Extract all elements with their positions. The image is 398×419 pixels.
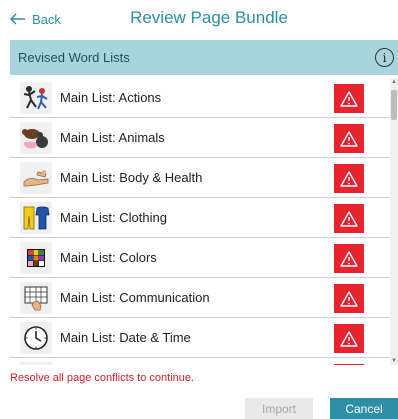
info-button[interactable]: i [375, 48, 394, 67]
warning-icon [340, 250, 358, 267]
scrollbar-thumb[interactable] [391, 90, 397, 120]
list-item-label: Main List: Communication [60, 290, 210, 305]
list-item-label: Main List: Clothing [60, 210, 167, 225]
conflict-warning-button[interactable] [334, 284, 364, 313]
info-icon: i [382, 50, 387, 65]
conflict-warning-button[interactable] [334, 164, 364, 193]
page-title: Review Page Bundle [130, 8, 288, 27]
communication-icon [20, 282, 52, 314]
section-title: Revised Word Lists [18, 50, 130, 65]
partial-item-icon [20, 362, 52, 365]
list-scrollbar[interactable]: ▲ ▼ [390, 78, 398, 365]
import-button[interactable]: Import [245, 398, 313, 419]
conflict-warning-button[interactable] [334, 204, 364, 233]
list-item[interactable]: Main List: Colors [10, 238, 390, 278]
animals-icon [20, 122, 52, 154]
body-health-icon [20, 162, 52, 194]
list-item-label: Main List: Body & Health [60, 170, 203, 185]
top-bar: Back Review Page Bundle [0, 0, 398, 38]
list-item[interactable]: Main List: Clothing [10, 198, 390, 238]
list-item[interactable] [10, 358, 390, 365]
list-item-label: Main List: Actions [60, 90, 162, 105]
list-item-label: Main List: Animals [60, 130, 165, 145]
conflict-warning-button[interactable] [334, 84, 364, 113]
list-item-label: Main List: Colors [60, 250, 157, 265]
warning-icon [340, 290, 358, 307]
list-item[interactable]: Main List: Body & Health [10, 158, 390, 198]
conflict-warning-button[interactable] [334, 244, 364, 273]
warning-icon [340, 90, 358, 107]
warning-icon [340, 170, 358, 187]
conflict-warning-button[interactable] [334, 324, 364, 353]
scroll-up-icon[interactable]: ▲ [390, 78, 398, 86]
list-item[interactable]: Main List: Actions [10, 78, 390, 118]
conflict-warning-button[interactable] [334, 364, 364, 365]
warning-icon [340, 210, 358, 227]
list-item[interactable]: Main List: Date & Time [10, 318, 390, 358]
clock-icon [20, 322, 52, 354]
conflict-warning-button[interactable] [334, 124, 364, 153]
scroll-down-icon[interactable]: ▼ [390, 357, 398, 365]
warning-icon [340, 130, 358, 147]
list-item[interactable]: Main List: Animals [10, 118, 390, 158]
clothing-icon [20, 202, 52, 234]
cancel-button[interactable]: Cancel [330, 398, 398, 419]
colors-icon [20, 242, 52, 274]
error-message: Resolve all page conflicts to continue. [10, 372, 195, 384]
actions-icon [20, 82, 52, 114]
section-header: Revised Word Lists i [10, 40, 398, 75]
list-item-label: Main List: Date & Time [60, 330, 191, 345]
warning-icon [340, 330, 358, 347]
word-list[interactable]: Main List: Actions Main List: Animals Ma… [10, 78, 398, 365]
list-item[interactable]: Main List: Communication [10, 278, 390, 318]
